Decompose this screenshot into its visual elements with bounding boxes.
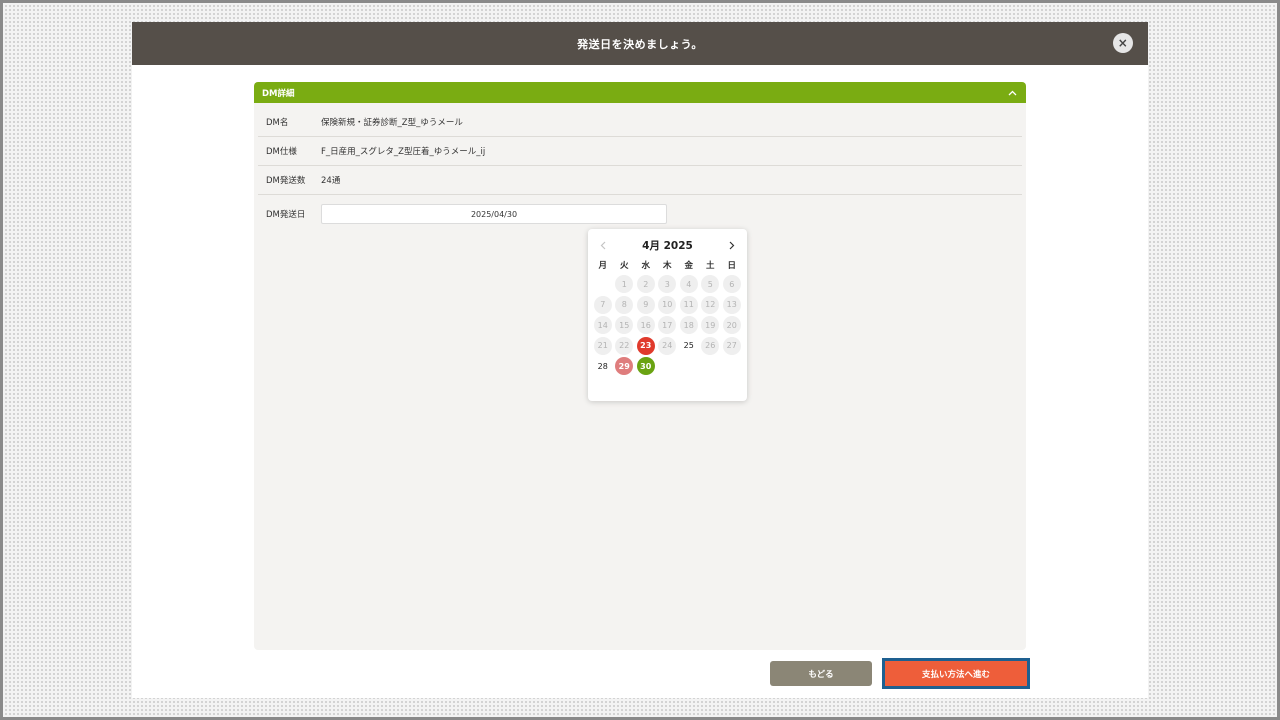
calendar-day: 26 bbox=[701, 336, 720, 355]
calendar-day: 19 bbox=[701, 316, 720, 334]
weekday-label: 火 bbox=[619, 261, 629, 271]
calendar-month-title: 4月 2025 bbox=[642, 239, 693, 252]
panel-header[interactable]: DM詳細 bbox=[254, 82, 1026, 103]
detail-row-dm-name: DM名 保険新規・証券診断_Z型_ゆうメール bbox=[258, 108, 1022, 137]
weekday-label: 土 bbox=[705, 261, 715, 271]
calendar-day: 8 bbox=[615, 295, 634, 314]
calendar-day: 6 bbox=[722, 275, 741, 293]
calendar-day: 16 bbox=[636, 316, 655, 334]
detail-row-ship-date: DM発送日 2025/04/30 bbox=[258, 202, 1022, 226]
calendar-day[interactable]: 30 bbox=[636, 357, 655, 375]
detail-row-dm-spec: DM仕様 F_日産用_スグレタ_Z型圧着_ゆうメール_ij bbox=[258, 137, 1022, 166]
calendar-day: 15 bbox=[615, 316, 634, 334]
weekday-label: 日 bbox=[727, 261, 736, 271]
weekday-label: 金 bbox=[684, 261, 693, 271]
calendar-day: 24 bbox=[658, 336, 677, 355]
panel-title: DM詳細 bbox=[262, 88, 295, 99]
row-label: DM発送数 bbox=[266, 176, 306, 186]
detail-row-dm-count: DM発送数 24通 bbox=[258, 166, 1022, 195]
calendar-day: 23 bbox=[636, 336, 655, 355]
close-icon[interactable]: × bbox=[1113, 33, 1133, 53]
row-label: DM名 bbox=[266, 118, 289, 128]
modal-header: 発送日を決めましょう。 × bbox=[132, 22, 1148, 65]
ship-date-label: DM発送日 bbox=[266, 210, 306, 220]
calendar-weekdays: 月 火 水 木 金 土 日 bbox=[592, 259, 743, 271]
calendar-day: 2 bbox=[636, 275, 655, 293]
date-picker-calendar: 4月 2025 月 火 水 木 金 土 日 1 2 3 4 5 6 7 8 9 10 11 12 13 1… bbox=[588, 229, 747, 401]
back-button[interactable]: もどる bbox=[770, 661, 872, 686]
calendar-day: 12 bbox=[701, 295, 720, 314]
calendar-day[interactable]: 28 bbox=[594, 357, 612, 375]
calendar-day[interactable]: 25 bbox=[680, 337, 698, 355]
row-value: 保険新規・証券診断_Z型_ゆうメール bbox=[321, 118, 463, 128]
calendar-day: 17 bbox=[658, 316, 677, 334]
proceed-to-payment-button[interactable]: 支払い方法へ進む bbox=[882, 658, 1030, 689]
calendar-day: 27 bbox=[722, 336, 741, 355]
calendar-day: 14 bbox=[593, 316, 612, 334]
calendar-empty-cell bbox=[594, 275, 612, 293]
calendar-day: 11 bbox=[679, 295, 698, 314]
calendar-day: 10 bbox=[658, 295, 677, 314]
ship-date-input[interactable]: 2025/04/30 bbox=[321, 204, 667, 224]
calendar-day: 1 bbox=[615, 275, 634, 293]
row-value: F_日産用_スグレタ_Z型圧着_ゆうメール_ij bbox=[321, 147, 486, 157]
calendar-day: 3 bbox=[658, 275, 677, 293]
calendar-day: 22 bbox=[615, 336, 634, 355]
next-month-icon[interactable] bbox=[725, 237, 739, 253]
calendar-day: 20 bbox=[722, 316, 741, 334]
calendar-day: 21 bbox=[593, 336, 612, 355]
calendar-day: 5 bbox=[701, 275, 720, 293]
weekday-label: 月 bbox=[598, 261, 607, 271]
row-value: 24通 bbox=[321, 176, 341, 186]
calendar-day: 4 bbox=[679, 275, 698, 293]
calendar-day: 18 bbox=[679, 316, 698, 334]
calendar-days-grid: 1 2 3 4 5 6 7 8 9 10 11 12 13 14 15 16 17 18 19 20 21 22 23 24 2… bbox=[592, 274, 743, 377]
calendar-day: 7 bbox=[593, 295, 612, 314]
calendar-day: 9 bbox=[636, 295, 655, 314]
calendar-day: 13 bbox=[722, 295, 741, 314]
weekday-label: 木 bbox=[662, 261, 672, 271]
calendar-day: 29 bbox=[615, 357, 634, 375]
chevron-up-icon[interactable] bbox=[1008, 88, 1017, 97]
weekday-label: 水 bbox=[641, 261, 650, 271]
row-label: DM仕様 bbox=[266, 147, 297, 157]
modal-title: 発送日を決めましょう。 bbox=[577, 37, 703, 51]
